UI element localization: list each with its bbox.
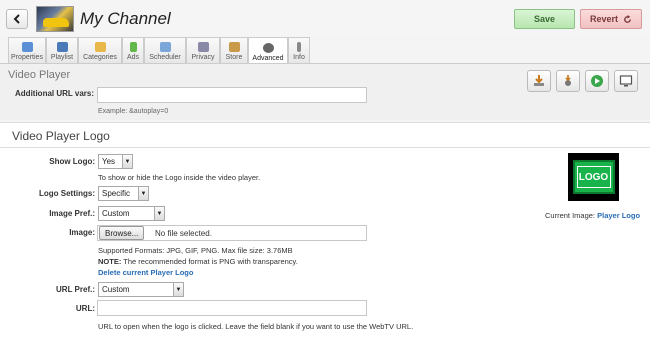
image-pref-label: Image Pref.: — [49, 209, 95, 218]
panel-title: Video Player Logo — [12, 129, 110, 143]
browse-button[interactable]: Browse... — [99, 226, 145, 240]
chevron-down-icon: ▼ — [122, 155, 132, 168]
logo-text: LOGO — [576, 166, 611, 188]
folder-icon — [94, 42, 106, 52]
format-note: NOTE: The recommended format is PNG with… — [98, 257, 298, 266]
current-logo-preview: LOGO — [568, 153, 619, 201]
section-title: Video Player — [8, 69, 71, 81]
player-preview-button[interactable] — [614, 70, 638, 92]
current-image-caption: Current Image: Player Logo — [545, 211, 641, 220]
player-logo-panel: Video Player Logo Show Logo: Yes ▼ To sho… — [0, 122, 650, 341]
users-icon — [197, 42, 209, 52]
calendar-icon — [159, 42, 171, 52]
url-hint: URL to open when the logo is clicked. Le… — [98, 322, 414, 331]
page-title: My Channel — [80, 9, 171, 28]
info-icon — [297, 42, 301, 52]
logo-settings-label: Logo Settings: — [39, 189, 95, 198]
tab-info[interactable]: Info — [288, 37, 310, 63]
refresh-icon — [624, 14, 631, 23]
supported-formats: Supported Formats: JPG, GIF, PNG. Max fi… — [98, 246, 293, 255]
no-file-text: No file selected. — [155, 229, 212, 238]
player-settings-button[interactable] — [556, 70, 580, 92]
tab-categories[interactable]: Categories — [78, 37, 122, 63]
tab-privacy[interactable]: Privacy — [186, 37, 220, 63]
chevron-left-icon — [13, 14, 20, 24]
image-pref-select[interactable]: Custom ▼ — [98, 206, 165, 221]
header-bar: My Channel Save Revert — [0, 0, 650, 37]
url-input[interactable] — [97, 300, 367, 316]
tab-playlist[interactable]: Playlist — [46, 37, 78, 63]
url-vars-label: Additional URL vars: — [15, 89, 94, 98]
chevron-down-icon: ▼ — [154, 207, 164, 220]
video-player-section: Video Player Additional URL vars: Exampl… — [0, 64, 650, 120]
chevron-down-icon: ▼ — [173, 283, 183, 296]
player-play-button[interactable] — [585, 70, 609, 92]
playlist-icon — [56, 42, 68, 52]
ads-icon — [129, 42, 137, 52]
tab-advanced[interactable]: Advanced — [248, 37, 288, 64]
gear-icon — [262, 43, 274, 53]
tab-scheduler[interactable]: Scheduler — [144, 37, 186, 63]
revert-label: Revert — [589, 14, 618, 24]
properties-icon — [21, 42, 33, 52]
logo-settings-select[interactable]: Specific ▼ — [98, 186, 149, 201]
player-download-button[interactable] — [527, 70, 551, 92]
current-image-link[interactable]: Player Logo — [597, 211, 640, 220]
tab-store[interactable]: Store — [220, 37, 248, 63]
url-vars-example: Example: &autoplay=0 — [98, 108, 169, 115]
tab-bar: Properties Playlist Categories Ads Sched… — [8, 37, 310, 64]
gear-download-icon — [565, 75, 571, 86]
monitor-icon — [619, 75, 633, 87]
save-button[interactable]: Save — [514, 9, 575, 29]
url-pref-select[interactable]: Custom ▼ — [98, 282, 184, 297]
download-icon — [534, 75, 544, 86]
back-button[interactable] — [6, 9, 28, 29]
chevron-down-icon: ▼ — [138, 187, 148, 200]
store-icon — [228, 42, 240, 52]
channel-thumbnail — [36, 6, 74, 32]
show-logo-select[interactable]: Yes ▼ — [98, 154, 133, 169]
url-pref-label: URL Pref.: — [56, 285, 95, 294]
tab-properties[interactable]: Properties — [8, 37, 46, 63]
show-logo-label: Show Logo: — [49, 157, 95, 166]
tab-ads[interactable]: Ads — [122, 37, 144, 63]
url-vars-input[interactable] — [97, 87, 367, 103]
show-logo-hint: To show or hide the Logo inside the vide… — [98, 173, 261, 182]
image-label: Image: — [69, 228, 95, 237]
delete-logo-link[interactable]: Delete current Player Logo — [98, 268, 193, 277]
play-icon — [591, 75, 603, 87]
revert-button[interactable]: Revert — [580, 9, 642, 29]
url-label: URL: — [75, 304, 95, 313]
